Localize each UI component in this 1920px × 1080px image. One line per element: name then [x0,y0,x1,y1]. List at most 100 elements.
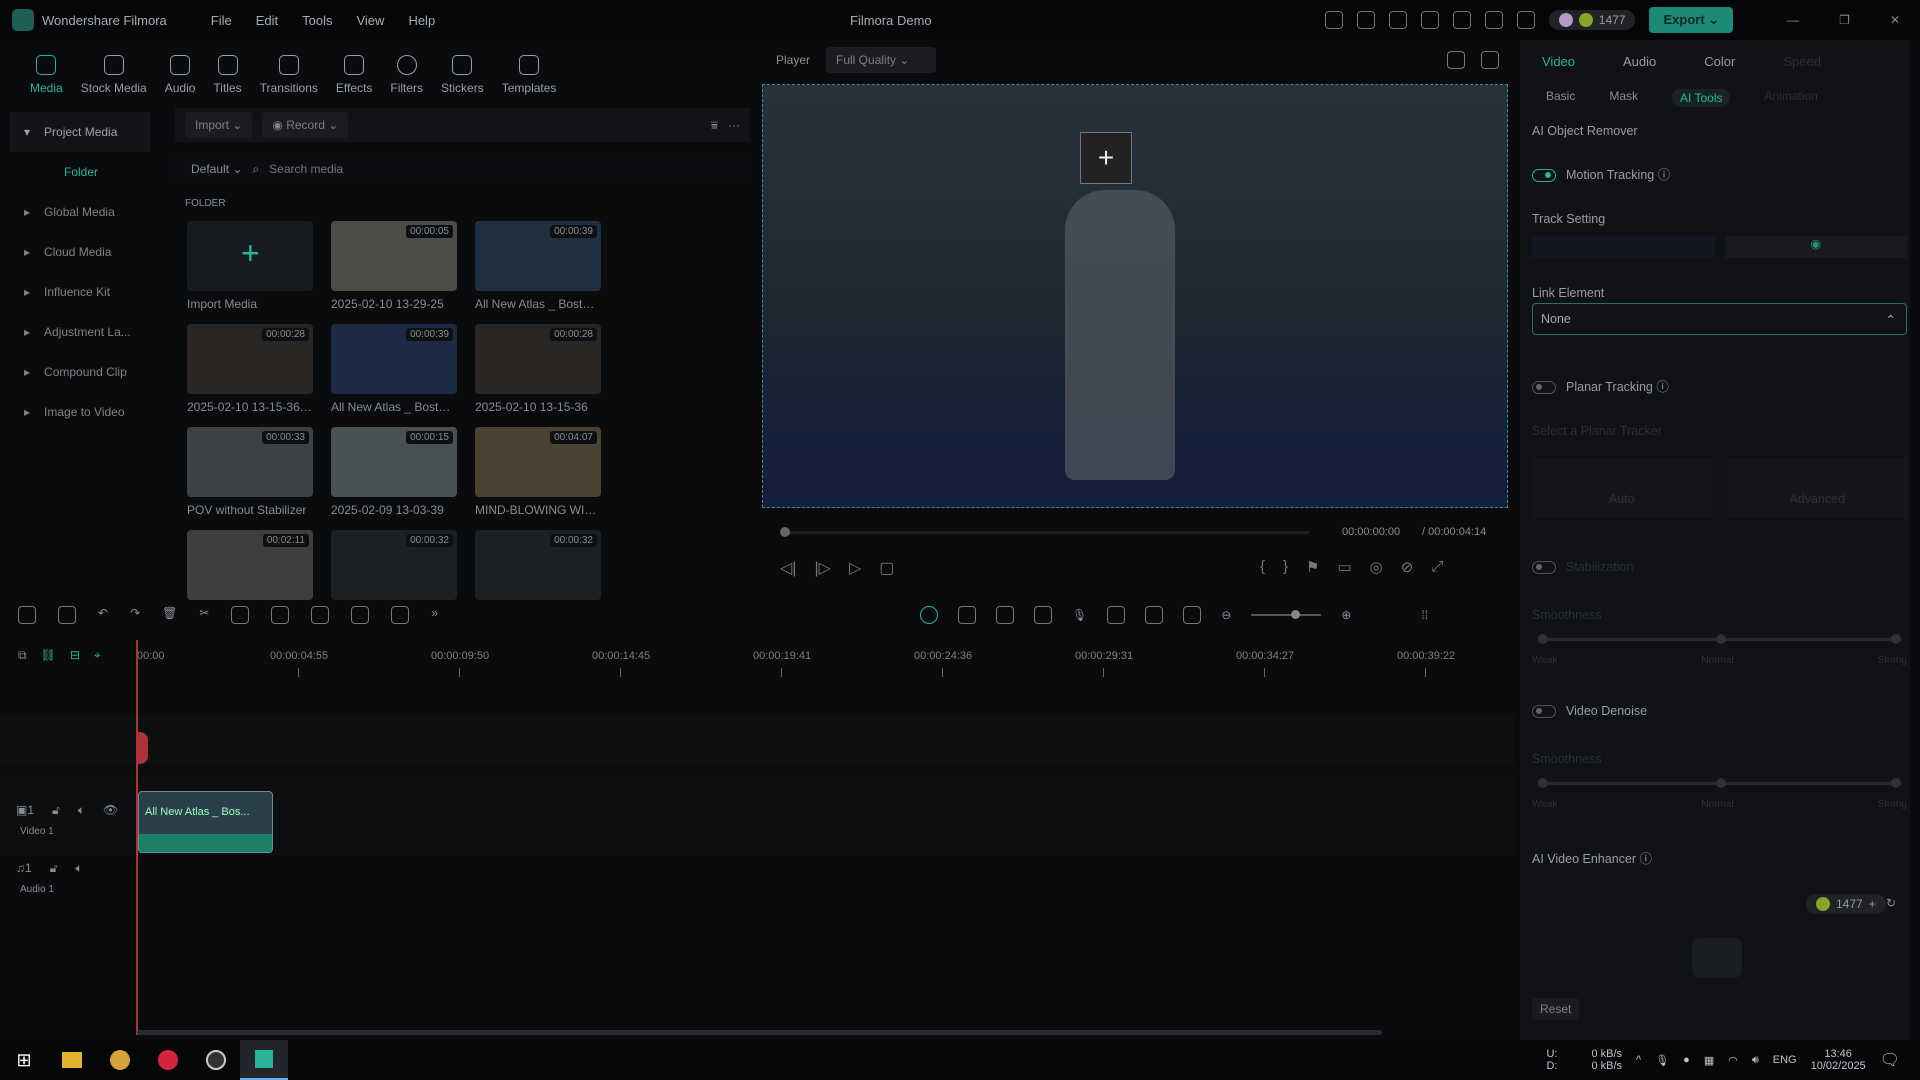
timeline-scrollbar[interactable] [137,1030,1382,1035]
speed-icon[interactable] [351,606,369,624]
help-icon[interactable]: ⓘ [1658,168,1671,182]
app-tray-icon[interactable]: ▦ [1704,1054,1714,1067]
media-item[interactable]: 00:00:152025-02-09 13-03-39 [331,427,457,530]
zoom-slider[interactable] [1251,614,1321,616]
redo-icon[interactable]: ↷ [130,606,140,624]
language-indicator[interactable]: ENG [1773,1054,1797,1066]
tab-audio[interactable]: Audio [1623,54,1656,69]
prev-frame-icon[interactable]: ◁| [780,558,796,578]
snap-icon[interactable]: ⌖ [94,648,101,663]
wifi-icon[interactable]: ◠ [1728,1054,1738,1067]
mark-in-icon[interactable]: { [1260,558,1265,576]
volume-icon[interactable]: 🔊︎ [1752,1054,1759,1067]
sidebar-folder[interactable]: Folder [10,152,150,192]
media-item[interactable]: 00:00:32 [475,530,601,633]
import-media-card[interactable]: +Import Media [187,221,313,324]
sidebar-cloud-media[interactable]: ▸ Cloud Media [10,232,150,272]
eye-icon[interactable]: 👁︎ [103,803,118,818]
stabilization-slider[interactable] [1538,638,1901,641]
enhancer-credits[interactable]: 1477 + [1806,894,1886,914]
track-mode-eye-button[interactable]: ◉ [1725,236,1908,258]
tab-effects[interactable]: Effects [336,55,372,95]
send-icon[interactable] [1325,11,1343,29]
delete-icon[interactable]: 🗑 [162,606,177,624]
mute-icon[interactable]: 🔈︎ [75,861,82,876]
sidebar-adjustment-layer[interactable]: ▸ Adjustment La... [10,312,150,352]
mute-icon[interactable]: 🔈︎ [78,803,85,818]
play-icon[interactable]: ▷ [849,558,861,578]
headset-icon[interactable] [1485,11,1503,29]
player-scrubber[interactable] [784,531,1309,534]
video-denoise-toggle[interactable] [1532,705,1556,718]
pip-icon[interactable] [1145,606,1163,624]
menu-help[interactable]: Help [408,13,435,28]
shield-icon[interactable] [1034,606,1052,624]
marker-icon[interactable]: ⚑ [1306,558,1319,576]
render-icon[interactable] [996,606,1014,624]
ai-icon[interactable] [391,606,409,624]
link-element-select[interactable]: None⌃ [1532,303,1907,335]
quality-dropdown[interactable]: Full Quality ⌄ [826,47,936,73]
tab-audio[interactable]: Audio [165,55,196,95]
save-icon[interactable] [1421,11,1439,29]
next-frame-icon[interactable]: |▷ [814,558,830,578]
link-icon[interactable]: ⛓ [41,648,56,663]
stabilization-toggle[interactable] [1532,561,1556,574]
zoom-out-icon[interactable]: ⊖ [1221,608,1231,622]
subtab-mask[interactable]: Mask [1609,89,1638,107]
more-tools-icon[interactable]: » [431,606,438,624]
sidebar-compound-clip[interactable]: ▸ Compound Clip [10,352,150,392]
filmora-taskbar-icon[interactable] [240,1040,288,1080]
planar-advanced-button[interactable]: Advanced [1728,458,1908,518]
avatar[interactable] [1559,13,1573,27]
tab-speed[interactable]: Speed [1783,54,1821,69]
motion-tracking-toggle[interactable] [1532,169,1556,182]
mic-icon[interactable]: 🎙 [1655,1054,1669,1067]
cloud-icon[interactable] [1453,11,1471,29]
mark-out-icon[interactable]: } [1283,558,1288,576]
lock-icon[interactable]: 🔓︎ [52,803,60,818]
zoom-icon[interactable] [271,606,289,624]
sidebar-project-media[interactable]: ▾ Project Media [10,112,150,152]
media-item[interactable]: 00:00:282025-02-10 13-15-36 9... [187,324,313,427]
ai-edit-icon[interactable] [920,606,938,624]
select-tool-icon[interactable] [58,606,76,624]
tracking-target-plus-icon[interactable]: + [1080,132,1132,184]
ripple-icon[interactable]: ⊟ [70,648,80,663]
restore-button[interactable]: ❐ [1839,13,1850,27]
timeline-ruler[interactable]: 00:0000:00:04:5500:00:09:5000:00:14:4500… [137,650,1497,680]
menu-file[interactable]: File [211,13,232,28]
tab-media[interactable]: Media [30,55,63,95]
subtab-animation[interactable]: Animation [1764,89,1817,107]
layout-icon[interactable] [18,606,36,624]
media-item[interactable]: 00:00:33POV without Stabilizer [187,427,313,530]
stop-icon[interactable]: ▢ [879,558,894,578]
fullscreen-icon[interactable]: ⤢ [1431,558,1443,576]
mic-icon[interactable]: 🎙 [1072,608,1087,622]
refresh-icon[interactable]: ↻ [1886,896,1896,910]
recording-icon[interactable]: ● [1683,1054,1690,1066]
media-item[interactable]: 00:00:39All New Atlas _ Boston... [475,221,601,324]
denoise-slider[interactable] [1538,782,1901,785]
tab-color[interactable]: Color [1704,54,1735,69]
fit-icon[interactable] [1183,606,1201,624]
split-handle[interactable] [136,732,148,764]
tab-stock-media[interactable]: Stock Media [81,55,147,95]
tab-video[interactable]: Video [1542,54,1575,69]
add-track-icon[interactable] [958,606,976,624]
timeline-clip[interactable]: All New Atlas _ Bos... [138,791,273,853]
playhead[interactable] [136,640,138,1035]
reset-button[interactable]: Reset [1532,998,1579,1020]
snapshot-icon[interactable]: ◎ [1370,558,1383,576]
tab-templates[interactable]: Templates [502,55,557,95]
track-mode-target-button[interactable] [1532,236,1715,258]
close-button[interactable]: ✕ [1890,13,1900,27]
export-button[interactable]: Export ⌄ [1649,7,1733,33]
filter-icon[interactable]: ⩸ [711,118,718,133]
layout-icon[interactable] [1389,11,1407,29]
display-icon[interactable]: ▭ [1337,558,1351,576]
subtab-basic[interactable]: Basic [1546,89,1575,107]
subtitle-icon[interactable] [1107,606,1125,624]
scope-icon[interactable] [1481,51,1499,69]
import-button[interactable]: Import ⌄ [185,112,252,138]
